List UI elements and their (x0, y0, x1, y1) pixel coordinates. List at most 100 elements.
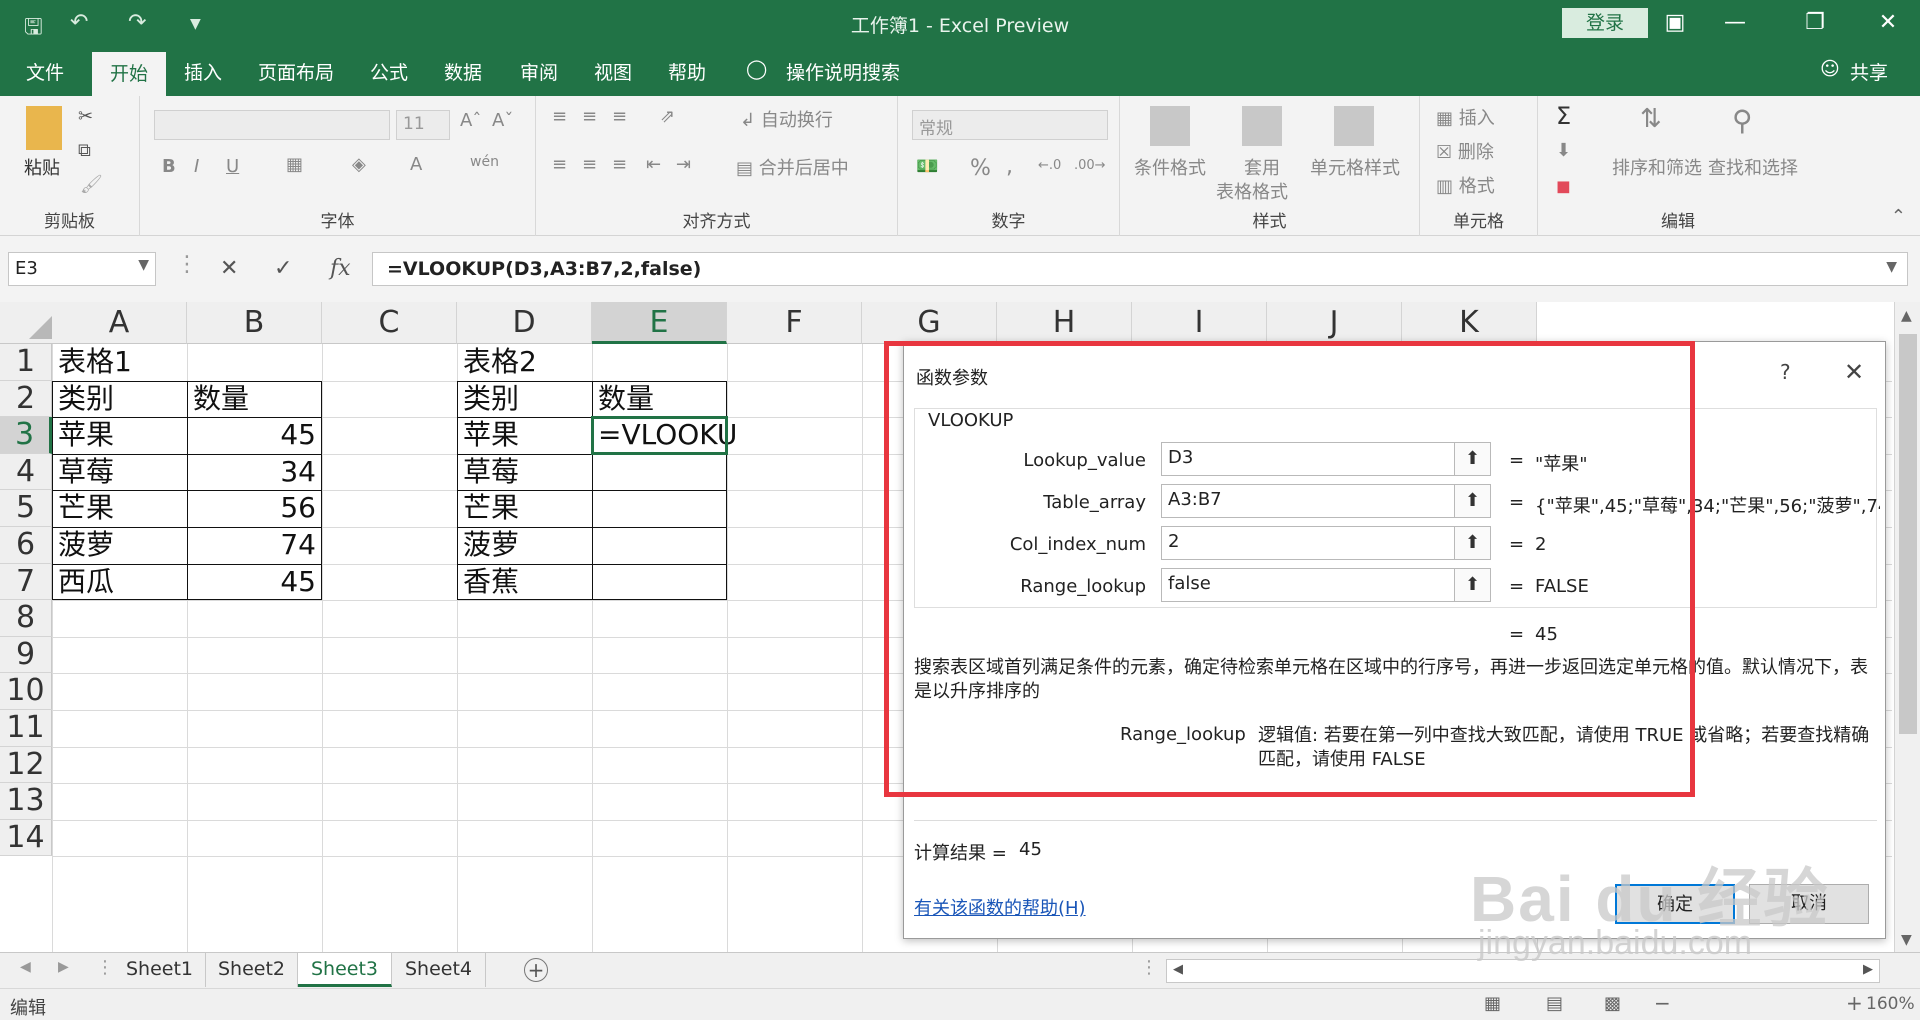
cell-D2[interactable]: 类别 (457, 381, 592, 418)
tab-data[interactable]: 数据 (444, 58, 482, 85)
cut-icon[interactable]: ✂ (78, 106, 93, 127)
login-button[interactable]: 登录 (1562, 8, 1648, 38)
vertical-scrollbar[interactable]: ▲ ▼ (1894, 302, 1920, 952)
cell-D6[interactable]: 菠萝 (457, 527, 592, 564)
sort-filter-button[interactable]: 排序和筛选 (1612, 154, 1702, 180)
close-icon[interactable]: ✕ (1858, 6, 1918, 40)
zoom-level[interactable]: 160% (1866, 994, 1915, 1014)
confirm-entry-icon[interactable]: ✓ (274, 256, 292, 281)
scroll-down-icon[interactable]: ▼ (1901, 932, 1912, 948)
cell-B6[interactable]: 74 (187, 527, 322, 564)
cell-styles-button[interactable]: 单元格样式 (1310, 154, 1400, 180)
paste-button[interactable]: 粘贴 (24, 154, 60, 180)
align-left-icon[interactable]: ≡ (552, 154, 567, 175)
next-sheet-icon[interactable]: ▶ (58, 959, 69, 975)
decrease-decimal-icon[interactable]: .00→ (1074, 158, 1106, 173)
cell-D7[interactable]: 香蕉 (457, 564, 592, 601)
col-header-C[interactable]: C (322, 302, 457, 344)
cell-A1[interactable]: 表格1 (52, 344, 187, 381)
scroll-thumb[interactable] (1899, 334, 1917, 734)
orientation-icon[interactable]: ⇗ (660, 106, 675, 127)
italic-icon[interactable]: I (194, 156, 199, 177)
sheet-tab-1[interactable]: Sheet1 (114, 953, 206, 987)
copy-icon[interactable]: ⧉ (78, 140, 91, 161)
tab-file[interactable]: 文件 (26, 58, 64, 85)
align-center-icon[interactable]: ≡ (582, 154, 597, 175)
row-header-6[interactable]: 6 (0, 527, 52, 564)
paste-icon[interactable] (26, 106, 62, 150)
format-painter-icon[interactable]: 🖌 (80, 174, 103, 195)
tell-me-search[interactable]: 操作说明搜索 (786, 58, 900, 85)
col-header-H[interactable]: H (997, 302, 1132, 344)
zoom-in-icon[interactable]: + (1846, 991, 1863, 1015)
close-icon[interactable]: ✕ (1844, 358, 1864, 386)
row-header-10[interactable]: 10 (0, 673, 52, 710)
wrap-text-button[interactable]: ↲ 自动换行 (740, 106, 833, 132)
cell-B3[interactable]: 45 (187, 417, 322, 454)
cell-A3[interactable]: 苹果 (52, 417, 187, 454)
row-header-4[interactable]: 4 (0, 453, 52, 491)
sheet-tab-2[interactable]: Sheet2 (206, 953, 298, 987)
align-top-icon[interactable]: ≡ (552, 106, 567, 127)
share-button[interactable]: 共享 (1850, 58, 1888, 85)
percent-style-button[interactable]: % (970, 156, 991, 181)
autosum-icon[interactable]: Σ (1556, 102, 1571, 130)
cell-E2[interactable]: 数量 (592, 381, 727, 418)
insert-function-icon[interactable]: fx (330, 256, 351, 281)
format-table-button-line2[interactable]: 表格格式 (1216, 178, 1288, 204)
name-box[interactable]: E3 ▼ (8, 252, 156, 286)
bold-icon[interactable]: B (162, 156, 176, 177)
row-header-14[interactable]: 14 (0, 819, 52, 857)
cell-B7[interactable]: 45 (187, 564, 322, 601)
row-header-13[interactable]: 13 (0, 783, 52, 820)
cell-D3[interactable]: 苹果 (457, 417, 592, 454)
find-select-button[interactable]: 查找和选择 (1708, 154, 1798, 180)
cell-B4[interactable]: 34 (187, 454, 322, 491)
align-bottom-icon[interactable]: ≡ (612, 106, 627, 127)
font-name-combo[interactable] (154, 110, 390, 140)
row-header-3[interactable]: 3 (0, 417, 52, 454)
merge-center-button[interactable]: ▤ 合并后居中 (736, 154, 849, 180)
row-header-2[interactable]: 2 (0, 380, 52, 418)
cell-A7[interactable]: 西瓜 (52, 564, 187, 601)
cell-A4[interactable]: 草莓 (52, 454, 187, 491)
clear-icon[interactable]: ◼ (1556, 176, 1571, 197)
expand-formula-icon[interactable]: ▼ (1886, 259, 1897, 275)
comma-style-button[interactable]: , (1006, 154, 1013, 179)
row-header-7[interactable]: 7 (0, 563, 52, 601)
sheet-tab-4[interactable]: Sheet4 (392, 953, 486, 987)
col-header-K[interactable]: K (1402, 302, 1537, 344)
page-break-view-icon[interactable]: ▩ (1604, 993, 1621, 1014)
col-header-G[interactable]: G (862, 302, 997, 344)
col-header-J[interactable]: J (1267, 302, 1402, 344)
cell-B2[interactable]: 数量 (187, 381, 322, 418)
cancel-entry-icon[interactable]: ✕ (220, 256, 238, 281)
underline-icon[interactable]: U (226, 156, 239, 177)
col-header-E[interactable]: E (592, 302, 727, 344)
ribbon-display-icon[interactable]: ▣ (1645, 6, 1705, 40)
format-table-button-line1[interactable]: 套用 (1244, 154, 1280, 180)
split-handle-icon[interactable]: ⋮ (1140, 957, 1158, 978)
font-color-icon[interactable]: A (410, 154, 422, 175)
font-size-combo[interactable]: 11 (396, 110, 450, 140)
tab-formulas[interactable]: 公式 (370, 58, 408, 85)
grow-font-icon[interactable]: Aˆ (460, 110, 481, 131)
delete-cells-button[interactable]: ☒ 删除 (1436, 138, 1494, 164)
col-header-F[interactable]: F (727, 302, 862, 344)
row-header-5[interactable]: 5 (0, 490, 52, 527)
normal-view-icon[interactable]: ▦ (1484, 993, 1501, 1014)
increase-decimal-icon[interactable]: ←.0 (1038, 158, 1061, 173)
row-header-12[interactable]: 12 (0, 746, 52, 784)
help-button[interactable]: ? (1780, 360, 1791, 384)
col-header-I[interactable]: I (1132, 302, 1267, 344)
conditional-format-button[interactable]: 条件格式 (1134, 154, 1206, 180)
col-header-B[interactable]: B (187, 302, 322, 344)
formula-input[interactable]: =VLOOKUP(D3,A3:B7,2,false) ▼ (372, 252, 1908, 286)
zoom-out-icon[interactable]: − (1654, 991, 1671, 1015)
tab-page-layout[interactable]: 页面布局 (258, 58, 334, 85)
col-header-A[interactable]: A (52, 302, 187, 344)
add-sheet-button[interactable]: + (524, 958, 548, 982)
page-layout-view-icon[interactable]: ▤ (1546, 993, 1563, 1014)
number-format-combo[interactable]: 常规 (912, 110, 1108, 140)
cell-A2[interactable]: 类别 (52, 381, 187, 418)
